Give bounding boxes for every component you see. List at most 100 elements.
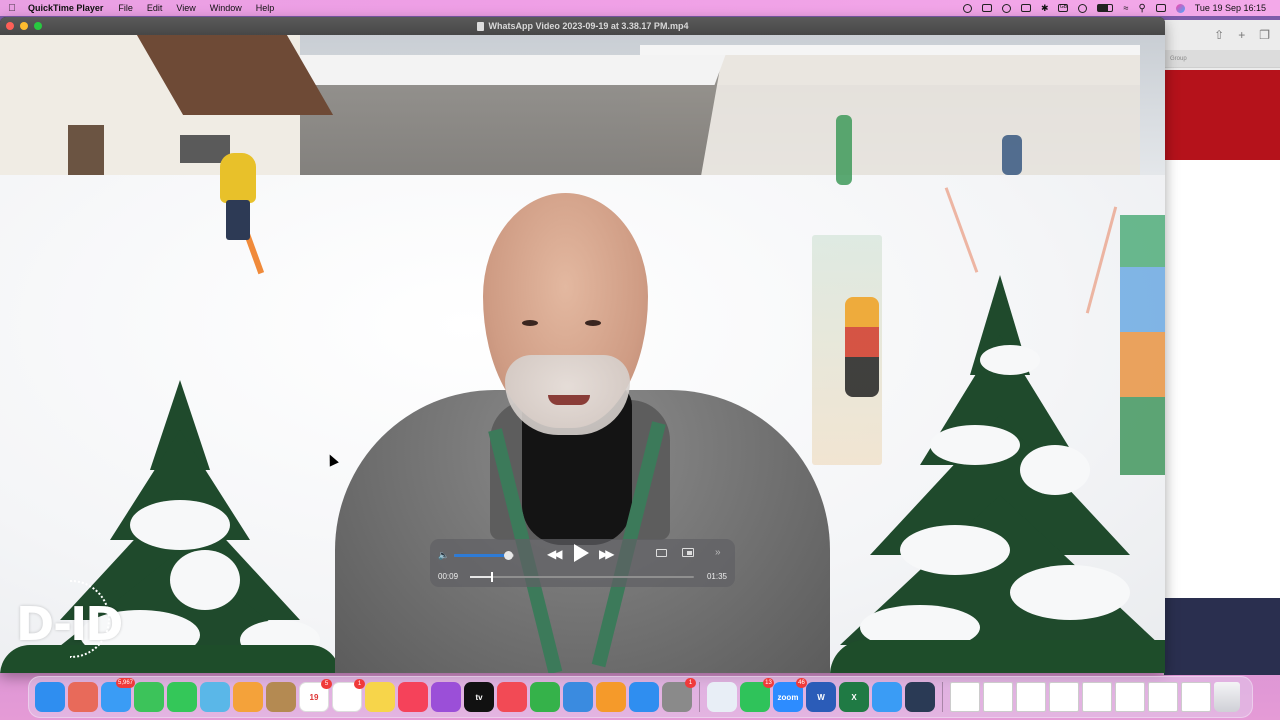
dock-trash-icon[interactable] (1214, 682, 1240, 712)
dock-preview-icon[interactable] (707, 682, 737, 712)
dock-photos-icon[interactable] (233, 682, 263, 712)
dock-maps-icon[interactable] (200, 682, 230, 712)
dock-messages-icon[interactable] (167, 682, 197, 712)
window-titlebar[interactable]: WhatsApp Video 2023-09-19 at 3.38.17 PM.… (0, 17, 1165, 35)
creative-cloud-icon[interactable] (962, 3, 972, 13)
dock-system-settings-icon[interactable]: 1 (662, 678, 696, 712)
battery-icon[interactable] (1097, 4, 1114, 12)
keyboard-gb-icon[interactable]: GB (1058, 4, 1069, 12)
browser-tab[interactable]: Group (1164, 50, 1280, 68)
dock-separator (699, 682, 700, 712)
dock-document-thumbnail[interactable] (1115, 682, 1145, 712)
dock-facetime-icon[interactable] (134, 682, 164, 712)
menubar-clock[interactable]: Tue 19 Sep 16:15 (1195, 3, 1266, 13)
time-machine-icon[interactable] (1078, 3, 1088, 13)
dock-quicktime-icon[interactable] (905, 682, 935, 712)
dock-apple-tv-icon[interactable]: tv (464, 682, 494, 712)
dock-music-icon[interactable] (398, 682, 428, 712)
fullscreen-window-button[interactable] (34, 22, 42, 30)
dock-safari-icon[interactable] (872, 682, 902, 712)
dock-document-thumbnail[interactable] (1016, 682, 1046, 712)
dock-calendar-label: 19 (309, 692, 319, 702)
app-menu[interactable]: QuickTime Player (24, 3, 111, 13)
dock-document-thumbnail[interactable] (950, 682, 980, 712)
control-center-icon[interactable] (1155, 4, 1166, 12)
dock-contacts-icon[interactable] (266, 682, 296, 712)
dock-news-icon[interactable] (497, 682, 527, 712)
dock-document-thumbnail[interactable] (1181, 682, 1211, 712)
rewind-button[interactable]: ◀◀ (547, 547, 563, 561)
current-time: 00:09 (438, 572, 459, 581)
volume-slider[interactable] (454, 551, 514, 560)
tab-overview-icon[interactable]: ❐ (1259, 28, 1270, 42)
volume-knob[interactable] (504, 551, 513, 560)
dock-calendar-icon[interactable]: 19 5 (299, 679, 332, 712)
dock-whatsapp-icon[interactable]: 13 (740, 678, 774, 712)
playhead[interactable] (491, 572, 494, 582)
display-icon[interactable] (1020, 4, 1031, 12)
scene-ground-right (830, 640, 1165, 673)
window-controls (6, 22, 42, 30)
dock-reminders-icon[interactable]: 1 (332, 679, 365, 712)
dock-pages-icon[interactable] (596, 682, 626, 712)
siri-icon[interactable] (1175, 3, 1185, 13)
menu-help[interactable]: Help (249, 3, 282, 13)
apple-menu-icon[interactable]:  (0, 3, 24, 14)
minimize-window-button[interactable] (20, 22, 28, 30)
browser-page (1164, 70, 1280, 675)
airplay-button[interactable] (656, 549, 667, 557)
dock-mail-icon[interactable]: 5,967 (101, 678, 135, 712)
dock-launchpad-icon[interactable] (68, 682, 98, 712)
menu-file[interactable]: File (111, 3, 140, 13)
dock-app-store-icon[interactable] (629, 682, 659, 712)
search-icon[interactable]: ⚲ (1138, 3, 1145, 14)
dock-reminders-badge: 1 (354, 679, 365, 689)
menu-edit[interactable]: Edit (140, 3, 170, 13)
dock: 5,967 19 5 1 tv 1 13 zoom 46 W X (28, 676, 1253, 718)
scene-background-person (1002, 135, 1022, 175)
dock-notes-icon[interactable] (365, 682, 395, 712)
menu-window[interactable]: Window (203, 3, 249, 13)
dock-word-icon[interactable]: W (806, 682, 836, 712)
dock-calendar-badge: 5 (321, 679, 332, 689)
scene-background-person (836, 115, 852, 185)
dock-word-label: W (817, 692, 825, 702)
dock-numbers-icon[interactable] (530, 682, 560, 712)
dock-keynote-icon[interactable] (563, 682, 593, 712)
timeline-scrubber[interactable] (470, 572, 694, 582)
wifi-icon[interactable]: ≈ (1123, 3, 1128, 13)
dock-document-thumbnail[interactable] (1082, 682, 1112, 712)
menu-view[interactable]: View (169, 3, 202, 13)
scene-door (68, 125, 104, 175)
dock-finder-icon[interactable] (35, 682, 65, 712)
close-window-button[interactable] (6, 22, 14, 30)
play-button[interactable] (574, 544, 589, 562)
scene-person-mouth (548, 395, 590, 405)
share-icon[interactable]: ⇧ (1214, 28, 1224, 42)
browser-toolbar: ⇧ + ❐ (1164, 20, 1280, 50)
scene-person-eye (585, 320, 601, 326)
bluetooth-icon[interactable]: ✱ (1041, 3, 1049, 14)
dock-document-thumbnail[interactable] (983, 682, 1013, 712)
quicktime-window[interactable]: WhatsApp Video 2023-09-19 at 3.38.17 PM.… (0, 17, 1165, 673)
background-browser-window[interactable]: ⇧ + ❐ Group (1163, 20, 1280, 675)
play-status-icon[interactable] (1001, 3, 1011, 13)
fast-forward-button[interactable]: ▶▶ (599, 547, 615, 561)
page-header-band (1164, 70, 1280, 160)
dock-podcasts-icon[interactable] (431, 682, 461, 712)
more-options-icon[interactable]: » (715, 547, 721, 558)
document-icon (476, 21, 484, 31)
dock-document-thumbnail[interactable] (1049, 682, 1079, 712)
dock-document-thumbnail[interactable] (1148, 682, 1178, 712)
app-icon[interactable] (981, 4, 992, 12)
picture-in-picture-button[interactable] (682, 548, 694, 557)
volume-icon[interactable]: 🔈 (438, 550, 449, 561)
dock-zoom-label: zoom (777, 692, 799, 702)
player-controls[interactable]: 🔈 ◀◀ ▶▶ » 00:09 01:35 (430, 539, 735, 587)
scene-snow-roof (274, 55, 726, 85)
dock-excel-icon[interactable]: X (839, 682, 869, 712)
new-tab-icon[interactable]: + (1238, 28, 1245, 42)
menu-bar:  QuickTime Player File Edit View Window… (0, 0, 1280, 16)
window-title: WhatsApp Video 2023-09-19 at 3.38.17 PM.… (488, 21, 689, 31)
dock-zoom-icon[interactable]: zoom 46 (773, 678, 807, 712)
